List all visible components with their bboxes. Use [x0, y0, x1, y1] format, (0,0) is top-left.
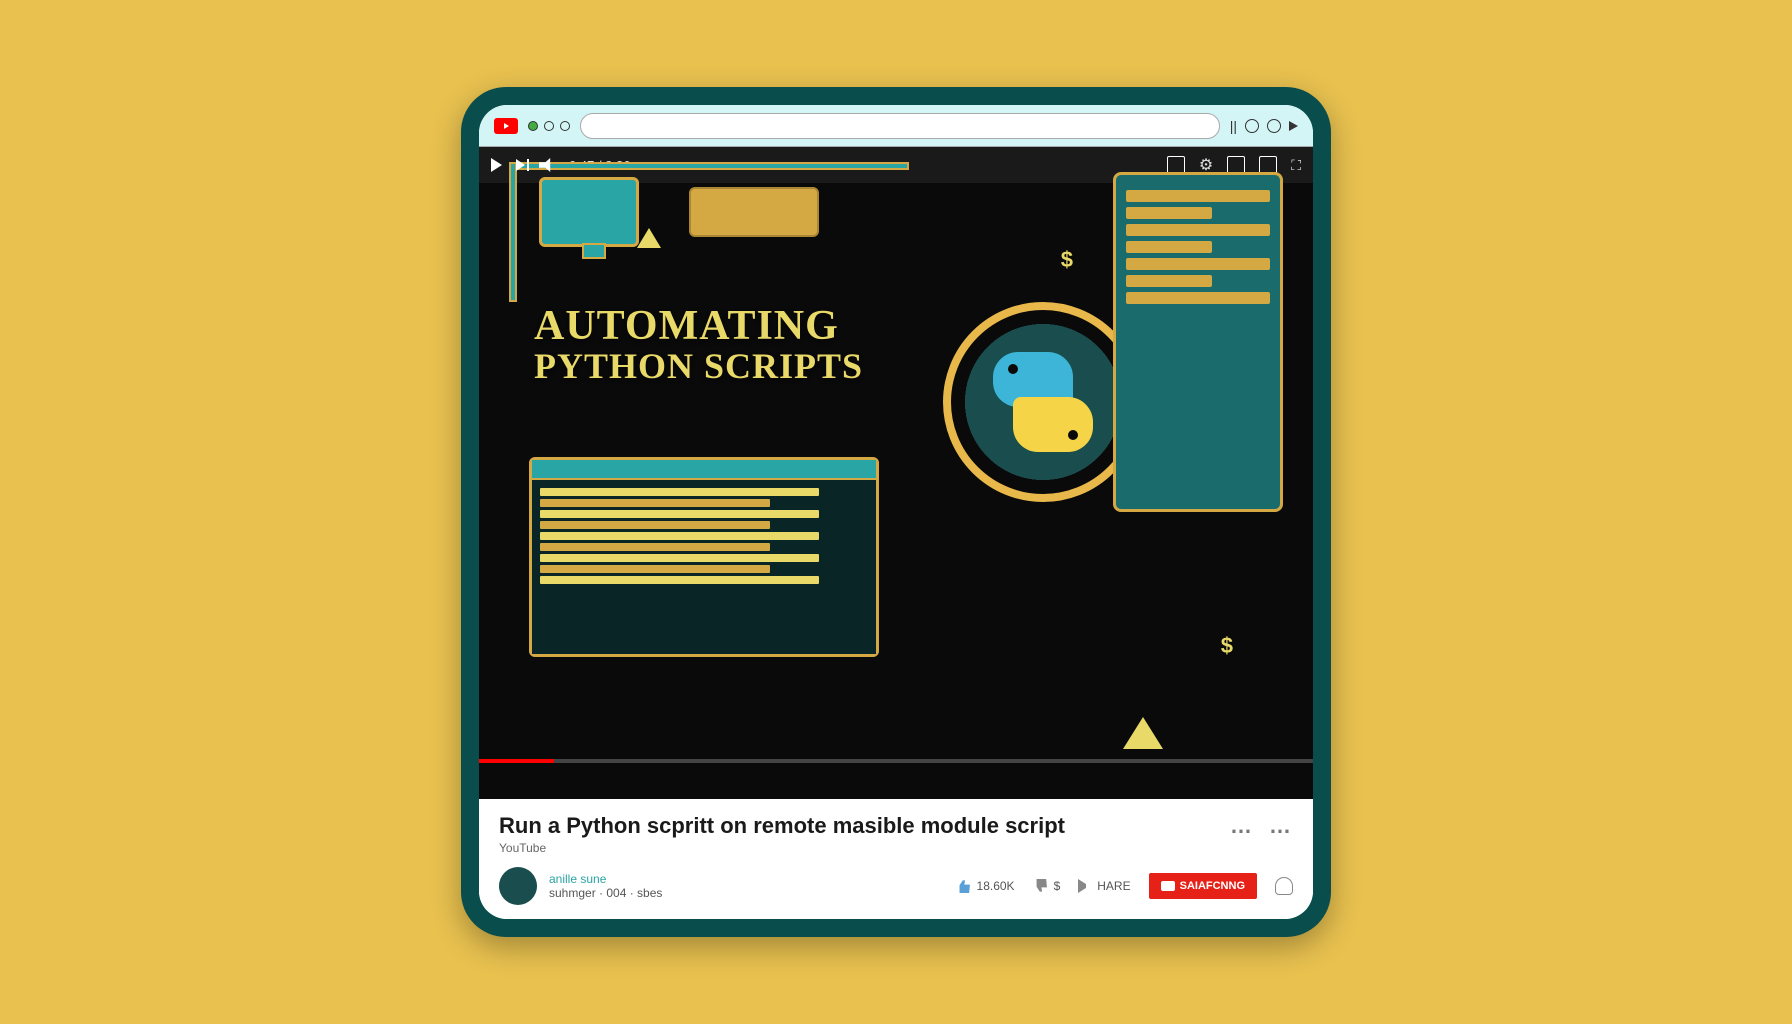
thumbnail-art: $ $ AUTOMATING PYTHON SCRIPTS [479, 147, 1313, 799]
progress-fill [479, 759, 554, 763]
traffic-dot[interactable] [544, 121, 554, 131]
monitor-icon [539, 177, 639, 247]
subscribe-button[interactable]: SAIAFCNNG [1149, 873, 1257, 899]
code-line [540, 521, 770, 529]
like-count: 18.60K [977, 879, 1015, 893]
next-button[interactable] [516, 159, 525, 171]
code-line [540, 565, 770, 573]
panel-row [1126, 224, 1270, 236]
circle-icon[interactable] [1267, 119, 1281, 133]
video-title: Run a Python scpritt on remote masible m… [499, 813, 1065, 839]
warning-icon [1123, 717, 1163, 749]
more-icon[interactable]: … [1269, 813, 1293, 839]
play-icon[interactable] [1289, 121, 1298, 131]
code-line [540, 510, 819, 518]
thumbnail-title: AUTOMATING PYTHON SCRIPTS [534, 302, 863, 387]
progress-bar[interactable] [479, 759, 1313, 763]
window-dots [528, 121, 570, 131]
thumbnail-title-line2: PYTHON SCRIPTS [534, 345, 863, 387]
video-actions: 18.60K $ HARE SAIAFCNNG [956, 873, 1293, 899]
video-title-row: Run a Python scpritt on remote masible m… [499, 813, 1293, 839]
traffic-dot[interactable] [528, 121, 538, 131]
bell-icon[interactable] [1275, 877, 1293, 895]
channel-meta: suhmger · 004 · sbes [549, 886, 662, 900]
share-button[interactable]: HARE [1078, 879, 1130, 893]
subscribe-label: SAIAFCNNG [1180, 880, 1245, 892]
pipe [509, 162, 909, 170]
terminal-icon [529, 457, 879, 657]
platform-label: YouTube [499, 841, 1293, 855]
video-player[interactable]: $ $ AUTOMATING PYTHON SCRIPTS [479, 147, 1313, 799]
video-info: Run a Python scpritt on remote masible m… [479, 799, 1313, 919]
pipe [509, 162, 517, 302]
browser-topbar: || [479, 105, 1313, 147]
keyboard-icon [689, 187, 819, 237]
dislike-button[interactable]: $ [1033, 879, 1061, 893]
panel-row [1126, 190, 1270, 202]
panel-row [1126, 275, 1212, 287]
channel-name[interactable]: anille sune [549, 872, 662, 886]
python-yellow [1013, 397, 1093, 452]
code-line [540, 499, 770, 507]
youtube-icon[interactable] [494, 118, 518, 134]
divider-icon: || [1230, 118, 1237, 134]
python-symbol [983, 342, 1103, 462]
browser-right-controls: || [1230, 118, 1298, 134]
code-line [540, 488, 819, 496]
screen: || $ $ AUTOMATING PYTHON SCRIPTS [479, 105, 1313, 919]
code-line [540, 576, 819, 584]
dislike-label: $ [1054, 879, 1061, 893]
panel-row [1126, 241, 1212, 253]
channel-avatar[interactable] [499, 867, 537, 905]
thumbs-down-icon [1033, 879, 1049, 893]
panel-row [1126, 292, 1270, 304]
warning-icon [637, 228, 661, 248]
code-line [540, 543, 770, 551]
tablet-frame: || $ $ AUTOMATING PYTHON SCRIPTS [461, 87, 1331, 937]
panel-row [1126, 258, 1270, 270]
terminal-header [532, 460, 876, 480]
code-line [540, 532, 819, 540]
video-meta: anille sune suhmger · 004 · sbes 18.60K … [499, 867, 1293, 905]
like-button[interactable]: 18.60K [956, 879, 1015, 893]
share-icon [1078, 879, 1092, 893]
circle-icon[interactable] [1245, 119, 1259, 133]
more-icon[interactable]: … [1230, 813, 1254, 839]
thumbnail-title-line1: AUTOMATING [534, 302, 863, 350]
traffic-dot[interactable] [560, 121, 570, 131]
ui-panel-icon [1113, 172, 1283, 512]
channel-info: anille sune suhmger · 004 · sbes [549, 872, 662, 900]
url-bar[interactable] [580, 113, 1220, 139]
video-thumbnail: $ $ AUTOMATING PYTHON SCRIPTS [479, 147, 1313, 799]
share-label: HARE [1097, 879, 1130, 893]
dollar-icon: $ [1061, 247, 1073, 273]
next-icon [516, 159, 525, 171]
terminal-body [532, 480, 876, 654]
code-line [540, 554, 819, 562]
thumbs-up-icon [956, 879, 972, 893]
dollar-icon: $ [1221, 633, 1233, 659]
panel-row [1126, 207, 1212, 219]
